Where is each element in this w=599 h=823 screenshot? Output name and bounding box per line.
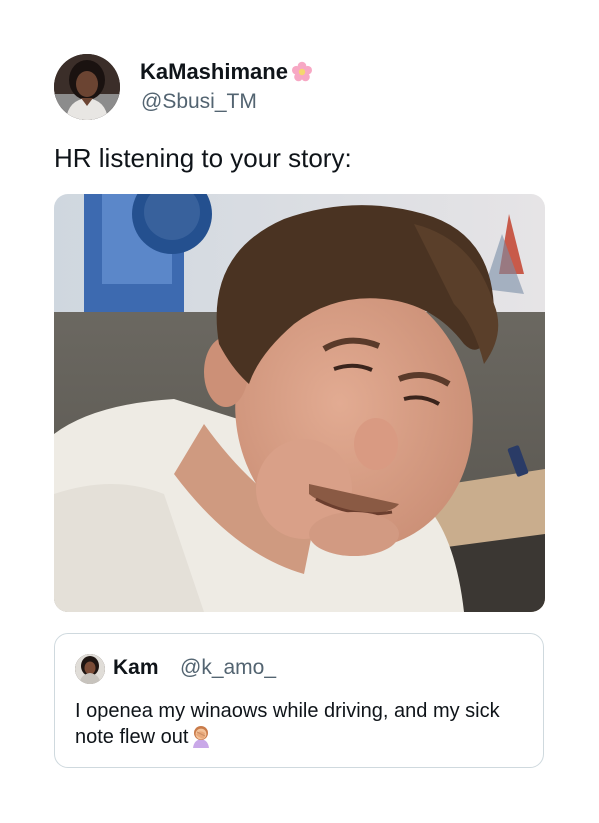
photo-man-squinting: [54, 194, 545, 612]
quoted-author-avatar[interactable]: [75, 654, 105, 684]
quoted-display-name[interactable]: Kam: [113, 656, 159, 680]
author-handle[interactable]: @Sbusi_TM: [141, 90, 257, 114]
quoted-tweet-text: I openea my winaows while driving, and m…: [75, 698, 525, 750]
author-display-name[interactable]: KaMashimane: [140, 59, 313, 85]
author-avatar[interactable]: [54, 54, 120, 120]
quoted-handle[interactable]: @k_amo_: [180, 656, 276, 680]
tweet-media-image[interactable]: [54, 194, 545, 612]
quoted-tweet-text-content: I openea my winaows while driving, and m…: [75, 700, 500, 748]
avatar-photo: [54, 54, 120, 120]
author-name-text: KaMashimane: [140, 59, 288, 84]
avatar-photo: [75, 654, 105, 684]
tweet-text: HR listening to your story:: [54, 143, 352, 173]
woman-facepalming-icon: [190, 724, 212, 748]
flower-icon: [291, 61, 313, 83]
quoted-tweet-card[interactable]: Kam @k_amo_ I openea my winaows while dr…: [54, 633, 544, 768]
